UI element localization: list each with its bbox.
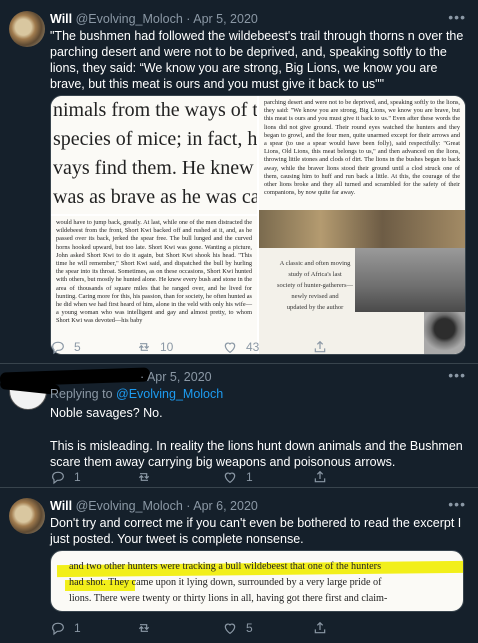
share-button[interactable]: [312, 620, 328, 636]
closeup-line: vays find them. He knew w: [53, 157, 257, 179]
author-handle[interactable]: @Evolving_Moloch: [76, 12, 183, 26]
tweet-actions: 1 5: [50, 620, 410, 638]
excerpt-line: lions. There were twenty or thirty lions…: [69, 593, 388, 604]
tweet-header: · Apr 5, 2020: [140, 369, 212, 385]
retweet-icon: [138, 343, 150, 351]
reply-icon: [52, 622, 64, 636]
more-icon[interactable]: •••: [448, 496, 466, 512]
tweet-text: Noble savages? No.: [50, 406, 163, 420]
blurb-line: A classic and often moving: [279, 260, 351, 267]
share-button[interactable]: [312, 469, 328, 485]
separator-dot: ·: [186, 12, 191, 26]
reply-button[interactable]: 1: [50, 620, 81, 636]
retweet-icon: [138, 473, 150, 481]
share-button[interactable]: [312, 339, 328, 355]
tweet-header: Will @Evolving_Moloch · Apr 6, 2020: [50, 498, 258, 514]
retweet-count: 10: [160, 340, 174, 354]
replying-handle-link[interactable]: @Evolving_Moloch: [116, 387, 223, 401]
cover-photo-top: [259, 210, 465, 248]
tweet-text: This is misleading. In reality the lions…: [50, 439, 463, 469]
tweet-date[interactable]: Apr 6, 2020: [193, 499, 258, 513]
closeup-line: species of mice; in fact, he: [53, 128, 257, 150]
retweet-button[interactable]: 10: [136, 339, 173, 355]
replying-label: Replying to: [50, 387, 117, 401]
closeup-line: was as brave as he was care: [53, 186, 257, 208]
like-icon: [224, 472, 236, 484]
tweet-header: Will @Evolving_Moloch · Apr 5, 2020: [50, 11, 258, 27]
book-cover: A classic and often moving study of Afri…: [259, 210, 465, 354]
share-icon: [314, 621, 326, 634]
replying-to: Replying to @Evolving_Moloch: [50, 386, 466, 402]
reply-icon: [52, 341, 64, 355]
avatar[interactable]: [9, 498, 45, 534]
like-count: 1: [246, 470, 253, 484]
author-name[interactable]: Will: [50, 499, 72, 513]
like-count: 5: [246, 621, 253, 635]
blurb-line: society of hunter-gatherers—: [276, 282, 354, 289]
book-page-left: would have to jump back, greatly. At las…: [51, 216, 257, 354]
blurb-line: newly revised and: [291, 293, 339, 300]
like-button[interactable]: 43: [222, 339, 259, 355]
like-button[interactable]: 5: [222, 620, 253, 636]
more-icon[interactable]: •••: [448, 367, 466, 383]
retweet-button[interactable]: [136, 620, 152, 636]
tweet-date[interactable]: Apr 5, 2020: [147, 370, 212, 384]
cover-photo-landscape: [355, 248, 465, 312]
tweet-actions: 5 10 43: [50, 339, 410, 357]
retweet-button[interactable]: [136, 469, 152, 485]
separator-dot: ·: [186, 499, 191, 513]
tweet[interactable]: Will @Evolving_Moloch · Apr 6, 2020 ••• …: [0, 488, 478, 643]
reply-count: 1: [74, 470, 81, 484]
reply-icon: [52, 471, 64, 485]
reply-button[interactable]: 5: [50, 339, 81, 355]
blurb-line: updated by the author: [286, 304, 344, 311]
tweet-media[interactable]: nimals from the ways of t species of mic…: [50, 95, 466, 355]
tweet[interactable]: · Apr 5, 2020 ••• Replying to @Evolving_…: [0, 364, 478, 487]
cover-photo-hunter: [424, 312, 465, 354]
like-count: 43: [246, 340, 260, 354]
share-icon: [314, 340, 326, 353]
reply-count: 1: [74, 621, 81, 635]
tweet-media[interactable]: and two other hunters were tracking a bu…: [50, 550, 464, 612]
tweet-text: "The bushmen had followed the wildebeest…: [50, 29, 464, 91]
reply-count: 5: [74, 340, 81, 354]
closeup-line: nimals from the ways of t: [53, 99, 257, 121]
more-icon[interactable]: •••: [448, 9, 466, 25]
excerpt-line: had shot. They came upon it lying down, …: [69, 577, 382, 588]
reply-button[interactable]: 1: [50, 469, 81, 485]
like-icon: [224, 623, 236, 635]
like-icon: [224, 342, 236, 354]
retweet-icon: [138, 624, 150, 632]
tweet-actions: 1 1: [50, 469, 410, 487]
cover-blurb: A classic and often moving study of Afri…: [265, 258, 365, 313]
excerpt-text: and two other hunters were tracking a bu…: [69, 559, 387, 607]
tweet-date[interactable]: Apr 5, 2020: [193, 12, 258, 26]
book-page-closeup: nimals from the ways of t species of mic…: [51, 96, 257, 214]
excerpt-line: and two other hunters were tracking a bu…: [69, 561, 382, 572]
blurb-line: study of Africa's last: [288, 271, 342, 278]
tweet[interactable]: Will @Evolving_Moloch · Apr 5, 2020 ••• …: [0, 0, 478, 362]
tweet-text: Don't try and correct me if you can't ev…: [50, 516, 462, 546]
like-button[interactable]: 1: [222, 469, 253, 485]
avatar[interactable]: [9, 11, 45, 47]
author-name[interactable]: Will: [50, 12, 72, 26]
book-page-right: parching desert and were not to be depri…: [259, 96, 465, 214]
share-icon: [314, 470, 326, 483]
separator-dot: ·: [140, 370, 145, 384]
author-handle[interactable]: @Evolving_Moloch: [76, 499, 183, 513]
